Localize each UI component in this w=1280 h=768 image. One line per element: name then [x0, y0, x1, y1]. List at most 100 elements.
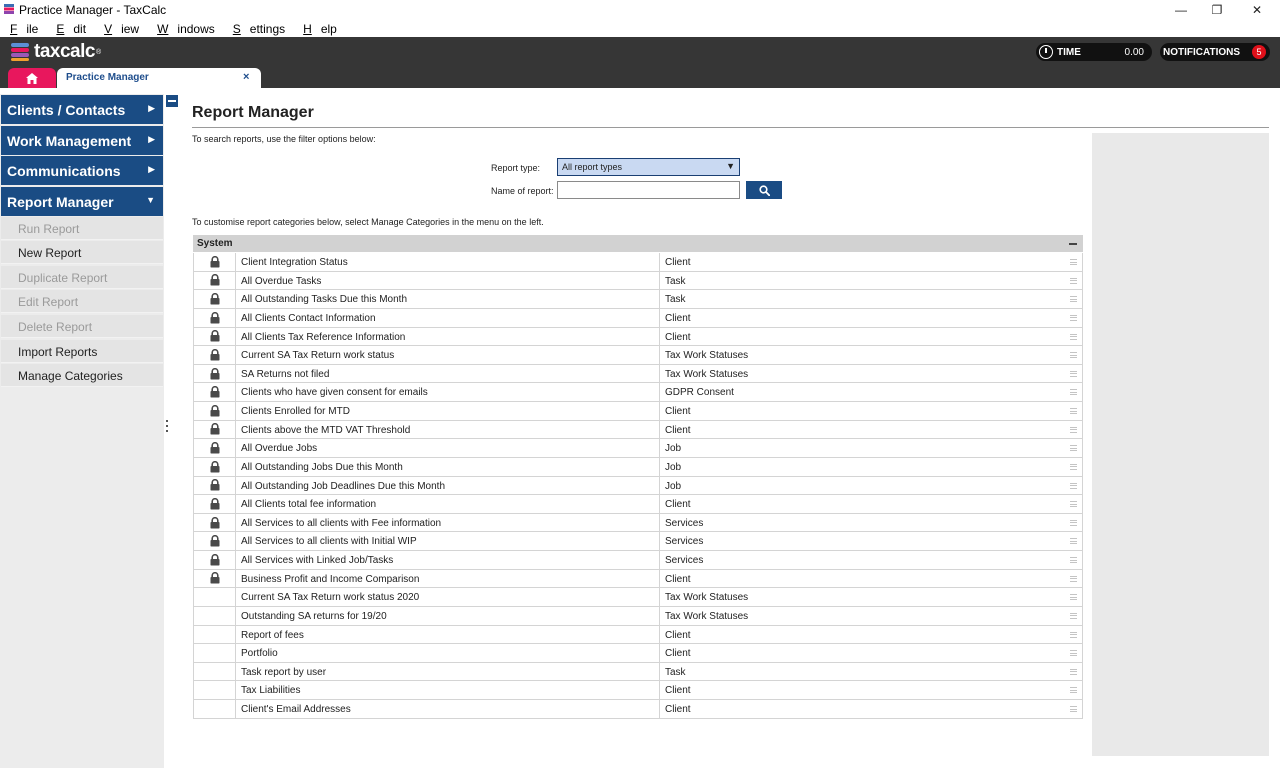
- table-row[interactable]: All Outstanding Jobs Due this Month Job: [194, 457, 1082, 477]
- row-menu-icon[interactable]: [1070, 333, 1077, 340]
- menu-windows[interactable]: Windows: [147, 20, 223, 37]
- row-menu-icon[interactable]: [1070, 612, 1077, 619]
- table-row[interactable]: All Overdue Jobs Job: [194, 439, 1082, 458]
- row-menu-icon[interactable]: [1070, 557, 1077, 563]
- row-menu-icon[interactable]: [1070, 389, 1077, 396]
- search-button[interactable]: [746, 181, 782, 199]
- row-menu-icon[interactable]: [1070, 538, 1077, 545]
- table-row[interactable]: All Services to all clients with Fee inf…: [194, 513, 1082, 533]
- row-menu-icon[interactable]: [1070, 668, 1077, 675]
- expand-arrow-icon: ▶: [148, 164, 155, 174]
- lock-icon: [210, 348, 220, 361]
- nav-work-management[interactable]: Work Management ▶: [1, 126, 163, 155]
- menu-edit[interactable]: Edit: [46, 20, 94, 37]
- table-row[interactable]: Report of fees Client: [194, 625, 1082, 645]
- row-menu-icon[interactable]: [1070, 687, 1077, 694]
- row-menu-icon[interactable]: [1070, 370, 1077, 377]
- tab-practice-manager[interactable]: Practice Manager ×: [57, 68, 261, 88]
- table-row[interactable]: Business Profit and Income Comparison Cli…: [194, 569, 1082, 589]
- table-row[interactable]: Current SA Tax Return work status Tax Wor…: [194, 346, 1082, 365]
- sidebar-splitter-handle[interactable]: [166, 420, 169, 436]
- lock-icon: [210, 497, 220, 510]
- row-menu-icon[interactable]: [1070, 259, 1077, 265]
- table-row[interactable]: All Outstanding Job Deadlines Due this M…: [194, 476, 1082, 496]
- table-row[interactable]: Current SA Tax Return work status 2020 Ta…: [194, 588, 1082, 607]
- sidebar-item-manage-categories[interactable]: Manage Categories: [1, 364, 163, 387]
- table-row[interactable]: Clients above the MTD VAT Threshold Clien…: [194, 420, 1082, 440]
- collapse-group-icon[interactable]: [1069, 243, 1077, 245]
- collapse-sidebar-button[interactable]: [166, 95, 178, 107]
- table-row[interactable]: All Clients Contact Information Client: [194, 308, 1082, 328]
- lock-cell: [194, 625, 236, 644]
- report-category: Job: [665, 461, 682, 473]
- row-menu-icon[interactable]: [1070, 296, 1077, 303]
- sidebar-item-import-reports[interactable]: Import Reports: [1, 340, 163, 363]
- lock-cell: [194, 495, 236, 513]
- menu-view[interactable]: View: [94, 20, 147, 37]
- nav-communications[interactable]: Communications ▶: [1, 156, 163, 185]
- table-row[interactable]: All Clients Tax Reference Information Cli…: [194, 327, 1082, 347]
- report-type-select[interactable]: All report types ▼: [557, 158, 740, 176]
- sidebar-item-edit-report[interactable]: Edit Report: [1, 290, 163, 313]
- sidebar-item-duplicate-report[interactable]: Duplicate Report: [1, 266, 163, 289]
- clock-icon: [1039, 45, 1053, 59]
- row-menu-icon[interactable]: [1070, 519, 1077, 526]
- report-category: Tax Work Statuses: [665, 350, 749, 362]
- table-row[interactable]: Client's Email Addresses Client: [194, 700, 1082, 719]
- report-name-input[interactable]: [557, 181, 740, 199]
- report-name: All Clients total fee information: [241, 499, 377, 511]
- report-name-label: Name of report:: [491, 186, 554, 196]
- table-row[interactable]: All Outstanding Tasks Due this Month Task: [194, 290, 1082, 309]
- table-row[interactable]: Tax Liabilities Client: [194, 681, 1082, 700]
- sidebar-item-new-report[interactable]: New Report: [1, 241, 163, 264]
- close-window-button[interactable]: ✕: [1238, 0, 1276, 20]
- lock-cell: [194, 402, 236, 420]
- row-menu-icon[interactable]: [1070, 445, 1077, 452]
- nav-clients-contacts[interactable]: Clients / Contacts ▶: [1, 95, 163, 124]
- lock-cell: [194, 383, 236, 401]
- menu-settings[interactable]: Settings: [223, 20, 293, 37]
- table-row[interactable]: All Services with Linked Job/Tasks Servic…: [194, 551, 1082, 570]
- table-row[interactable]: Clients who have given consent for email…: [194, 383, 1082, 402]
- table-row[interactable]: SA Returns not filed Tax Work Statuses: [194, 364, 1082, 384]
- row-menu-icon[interactable]: [1070, 314, 1077, 321]
- home-tab[interactable]: [8, 68, 56, 88]
- row-menu-icon[interactable]: [1070, 352, 1077, 359]
- menu-file[interactable]: File: [0, 20, 46, 37]
- sidebar-item-run-report[interactable]: Run Report: [1, 217, 163, 240]
- row-menu-icon[interactable]: [1070, 482, 1077, 489]
- notifications-button[interactable]: NOTIFICATIONS 5: [1160, 43, 1270, 61]
- table-row[interactable]: Clients Enrolled for MTD Client: [194, 402, 1082, 421]
- category-group-header[interactable]: System: [193, 235, 1083, 252]
- row-menu-icon[interactable]: [1070, 408, 1077, 414]
- minimize-button[interactable]: —: [1162, 0, 1200, 20]
- restore-button[interactable]: ❐: [1198, 0, 1236, 20]
- row-menu-icon[interactable]: [1070, 706, 1077, 712]
- table-row[interactable]: Portfolio Client: [194, 644, 1082, 663]
- report-category: Client: [665, 573, 691, 585]
- report-name: Client Integration Status: [241, 257, 348, 268]
- table-row[interactable]: Task report by user Task: [194, 662, 1082, 682]
- row-menu-icon[interactable]: [1070, 463, 1077, 470]
- sidebar-item-delete-report[interactable]: Delete Report: [1, 315, 163, 338]
- nav-report-manager[interactable]: Report Manager ▼: [1, 187, 163, 216]
- table-row[interactable]: All Overdue Tasks Task: [194, 271, 1082, 291]
- row-menu-icon[interactable]: [1070, 575, 1077, 582]
- nav-label: Communications: [7, 163, 121, 179]
- row-menu-icon[interactable]: [1070, 594, 1077, 601]
- row-menu-icon[interactable]: [1070, 277, 1077, 284]
- report-name: Current SA Tax Return work status: [241, 350, 395, 362]
- row-menu-icon[interactable]: [1070, 426, 1077, 433]
- lock-cell: [194, 308, 236, 327]
- report-name: All Outstanding Jobs Due this Month: [241, 461, 403, 473]
- table-row[interactable]: All Clients total fee information Client: [194, 495, 1082, 514]
- table-row[interactable]: Outstanding SA returns for 19/20 Tax Work…: [194, 606, 1082, 626]
- table-row[interactable]: Client Integration Status Client: [194, 253, 1082, 272]
- time-tracker[interactable]: TIME 0.00: [1036, 43, 1152, 61]
- row-menu-icon[interactable]: [1070, 650, 1077, 657]
- row-menu-icon[interactable]: [1070, 631, 1077, 638]
- menu-help[interactable]: Help: [293, 20, 345, 37]
- table-row[interactable]: All Services to all clients with Initial…: [194, 532, 1082, 551]
- close-tab-icon[interactable]: ×: [243, 71, 249, 83]
- row-menu-icon[interactable]: [1070, 501, 1077, 508]
